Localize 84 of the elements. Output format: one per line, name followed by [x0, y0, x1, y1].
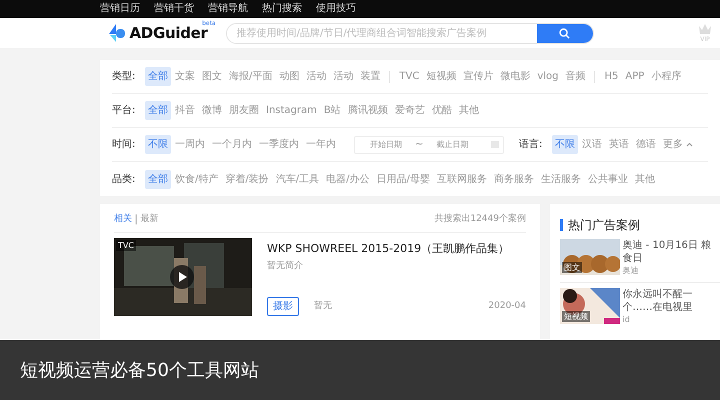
filter-option[interactable]: 短视频 — [423, 67, 460, 86]
case-title[interactable]: 你永远叫不醒一个……在电视里 — [622, 288, 720, 314]
filter-option[interactable]: 腾讯视频 — [344, 101, 391, 120]
case-summary: 暂无简介 — [267, 260, 304, 272]
search-button[interactable] — [536, 24, 593, 42]
filter-option[interactable]: 互联网服务 — [434, 170, 490, 188]
search-icon — [559, 28, 570, 38]
filter-label: 时间: — [112, 138, 136, 152]
sort-link[interactable]: 相关 — [114, 212, 132, 226]
filter-option[interactable]: 小程序 — [648, 67, 684, 86]
filter-option[interactable]: 英语 — [606, 135, 632, 154]
range-separator: ~ — [415, 138, 424, 152]
filter-option[interactable]: 不限 — [145, 135, 171, 154]
case-title[interactable]: 奥迪 - 10月16日 粮食日 — [622, 239, 720, 265]
filter-option[interactable]: 电器/办公 — [323, 170, 372, 188]
filter-label: 平台: — [112, 104, 136, 118]
filter-option[interactable]: 微博 — [199, 101, 225, 120]
filter-option[interactable]: 汉语 — [579, 135, 605, 154]
filter-option[interactable]: 一季度内 — [256, 135, 302, 154]
filter-option[interactable]: 抖音 — [172, 101, 198, 120]
sort-link[interactable]: 最新 — [140, 212, 158, 226]
filter-option[interactable]: 公共事业 — [584, 170, 631, 188]
filter-option[interactable]: 其他 — [456, 101, 482, 120]
agency-text: 暂无 — [314, 300, 332, 313]
case-date: 2020-04 — [488, 300, 526, 313]
filter-option[interactable]: APP — [622, 67, 648, 86]
nav-link[interactable]: 营销导航 — [208, 0, 248, 18]
filter-option[interactable]: 全部 — [145, 67, 171, 86]
filter-option[interactable]: 汽车/工具 — [272, 170, 322, 188]
filter-option[interactable]: 商务服务 — [490, 170, 537, 188]
nav-link[interactable]: 使用技巧 — [316, 0, 356, 18]
type-tag: TVC — [116, 240, 136, 251]
filter-option[interactable]: 优酷 — [428, 101, 455, 120]
case-title[interactable]: WKP SHOWREEL 2015-2019（王凯鹏作品集） — [267, 240, 526, 257]
search-field[interactable]: 推荐使用时间/品牌/节日/代理商组合词智能搜索广告案例 — [226, 22, 594, 44]
logo-icon — [107, 23, 127, 43]
filter-option[interactable]: 朋友圈 — [226, 101, 262, 120]
filter-option[interactable]: 穿着/装扮 — [222, 170, 272, 188]
filter-option[interactable]: 全部 — [145, 170, 171, 188]
filter-option[interactable]: 爱奇艺 — [392, 101, 428, 120]
filter-option[interactable]: 装置 — [357, 67, 384, 86]
filter-option[interactable]: H5 — [601, 67, 622, 86]
brand-text: 奥迪 — [622, 265, 640, 277]
category-tag[interactable]: 摄影 — [267, 297, 299, 316]
type-tag: 图文 — [562, 262, 582, 273]
more-button[interactable]: 更多 — [660, 135, 696, 154]
filter-option[interactable]: 动图 — [276, 67, 302, 86]
date-range-field[interactable]: 开始日期 ~ 截止日期 — [354, 136, 504, 154]
filter-option[interactable]: 图文 — [199, 67, 225, 86]
filter-option[interactable]: 全部 — [145, 101, 171, 120]
type-tag: 短视频 — [562, 311, 590, 322]
filter-option[interactable]: 不限 — [552, 135, 578, 154]
nav-link[interactable]: 营销日历 — [100, 0, 140, 18]
filter-label: 品类: — [112, 172, 136, 186]
filter-option[interactable]: 一个月内 — [209, 135, 255, 154]
caption-banner: 短视频运营必备50个工具网站 — [0, 340, 720, 400]
filter-option[interactable]: 饮食/特产 — [172, 170, 222, 188]
filter-option[interactable]: 活动 — [330, 67, 356, 86]
nav-link[interactable]: 热门搜索 — [262, 0, 302, 18]
filter-option[interactable]: vlog — [534, 67, 562, 86]
filter-option[interactable]: 一周内 — [172, 135, 208, 154]
filter-option[interactable]: 文案 — [172, 67, 198, 86]
section-title: 热门广告案例 — [568, 217, 640, 234]
filter-option[interactable]: 海报/平面 — [226, 67, 276, 86]
filter-option[interactable]: 活动 — [303, 67, 330, 86]
filter-option[interactable]: 音频 — [562, 67, 588, 86]
brand-text: id — [622, 314, 631, 326]
nav-link[interactable]: 营销干货 — [154, 0, 194, 18]
filter-option[interactable]: 日用品/母婴 — [374, 170, 433, 188]
filter-label: 类型: — [112, 70, 136, 84]
filter-option[interactable]: 一年内 — [303, 135, 339, 154]
filter-option[interactable]: 宣传片 — [460, 67, 496, 86]
filter-option[interactable]: B站 — [320, 101, 344, 120]
filter-option[interactable]: 德语 — [633, 135, 659, 154]
filter-label: 语言: — [519, 138, 544, 152]
result-count: 共搜索出12449个案例 — [434, 212, 526, 226]
sort-separator: | — [134, 213, 138, 227]
filter-option[interactable]: 生活服务 — [538, 170, 584, 188]
filter-option[interactable]: 微电影 — [497, 67, 534, 86]
filter-option[interactable]: Instagram — [263, 101, 320, 120]
filter-option[interactable]: TVC — [396, 67, 422, 86]
filter-option[interactable]: 其他 — [632, 170, 658, 188]
chevron-up-icon — [686, 142, 694, 147]
title-accent — [560, 219, 563, 231]
